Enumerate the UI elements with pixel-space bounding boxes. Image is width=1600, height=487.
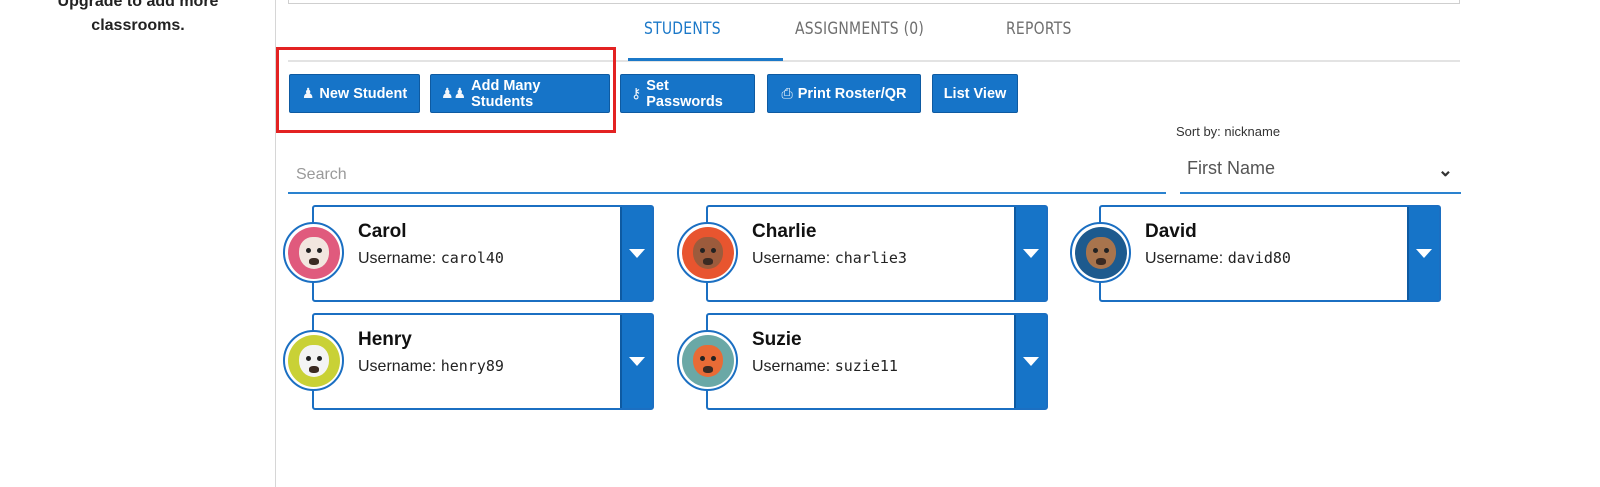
caret-down-icon bbox=[1023, 249, 1039, 258]
printer-icon: ⎙ bbox=[781, 85, 793, 101]
student-name: Charlie bbox=[752, 221, 817, 242]
username-value: charlie3 bbox=[834, 249, 907, 267]
upgrade-note-line2: classrooms. bbox=[91, 17, 185, 34]
annotation-highlight-box bbox=[276, 47, 616, 133]
caret-down-icon bbox=[629, 249, 645, 258]
tab-assignments[interactable]: ASSIGNMENTS (0) bbox=[795, 19, 924, 39]
key-icon: ⚷ bbox=[631, 85, 642, 101]
upgrade-note-line1: Upgrade to add more bbox=[57, 0, 219, 10]
cow-avatar-icon bbox=[283, 222, 344, 283]
student-username: Username: charlie3 bbox=[752, 249, 907, 268]
set-passwords-label: Set Passwords bbox=[646, 77, 723, 110]
username-value: suzie11 bbox=[834, 357, 898, 375]
username-label: Username: bbox=[752, 250, 831, 267]
student-username: Username: suzie11 bbox=[752, 357, 898, 376]
list-view-button[interactable]: List View bbox=[932, 74, 1018, 113]
list-view-label: List View bbox=[943, 85, 1007, 102]
tab-students[interactable]: STUDENTS bbox=[644, 19, 721, 39]
student-name: David bbox=[1145, 221, 1197, 242]
student-card[interactable]: Henry Username: henry89 bbox=[312, 313, 654, 410]
search-input[interactable] bbox=[288, 157, 1166, 194]
student-username: Username: david80 bbox=[1145, 249, 1291, 268]
set-passwords-button[interactable]: ⚷ Set Passwords bbox=[620, 74, 755, 113]
print-roster-label: Print Roster/QR bbox=[797, 85, 907, 102]
username-label: Username: bbox=[358, 250, 437, 267]
student-card[interactable]: Charlie Username: charlie3 bbox=[706, 205, 1048, 302]
bear-avatar-icon bbox=[1070, 222, 1131, 283]
student-username: Username: henry89 bbox=[358, 357, 504, 376]
student-card[interactable]: Carol Username: carol40 bbox=[312, 205, 654, 302]
student-menu-button[interactable] bbox=[1014, 207, 1046, 300]
sort-label: Sort by: nickname bbox=[1176, 124, 1281, 139]
username-value: david80 bbox=[1227, 249, 1291, 267]
student-card[interactable]: Suzie Username: suzie11 bbox=[706, 313, 1048, 410]
squirrel-avatar-icon bbox=[677, 222, 738, 283]
username-value: carol40 bbox=[440, 249, 504, 267]
active-tab-indicator bbox=[628, 58, 783, 61]
chevron-down-icon: ⌄ bbox=[1437, 160, 1453, 180]
student-card[interactable]: David Username: david80 bbox=[1099, 205, 1441, 302]
caret-down-icon bbox=[1023, 357, 1039, 366]
sort-select[interactable]: First Name ⌄ bbox=[1180, 150, 1461, 194]
zebra-avatar-icon bbox=[283, 330, 344, 391]
upgrade-note: Upgrade to add more classrooms. bbox=[0, 0, 276, 38]
fox-avatar-icon bbox=[677, 330, 738, 391]
sort-select-value: First Name bbox=[1187, 158, 1276, 178]
student-name: Carol bbox=[358, 221, 407, 242]
student-menu-button[interactable] bbox=[620, 207, 652, 300]
caret-down-icon bbox=[629, 357, 645, 366]
student-username: Username: carol40 bbox=[358, 249, 504, 268]
student-menu-button[interactable] bbox=[1407, 207, 1439, 300]
student-menu-button[interactable] bbox=[1014, 315, 1046, 408]
username-label: Username: bbox=[1145, 250, 1224, 267]
student-name: Henry bbox=[358, 329, 412, 350]
student-name: Suzie bbox=[752, 329, 802, 350]
student-menu-button[interactable] bbox=[620, 315, 652, 408]
username-value: henry89 bbox=[440, 357, 504, 375]
username-label: Username: bbox=[358, 358, 437, 375]
username-label: Username: bbox=[752, 358, 831, 375]
classroom-panel bbox=[288, 0, 1460, 4]
print-roster-button[interactable]: ⎙ Print Roster/QR bbox=[767, 74, 921, 113]
caret-down-icon bbox=[1416, 249, 1432, 258]
tab-reports[interactable]: REPORTS bbox=[1006, 19, 1072, 39]
